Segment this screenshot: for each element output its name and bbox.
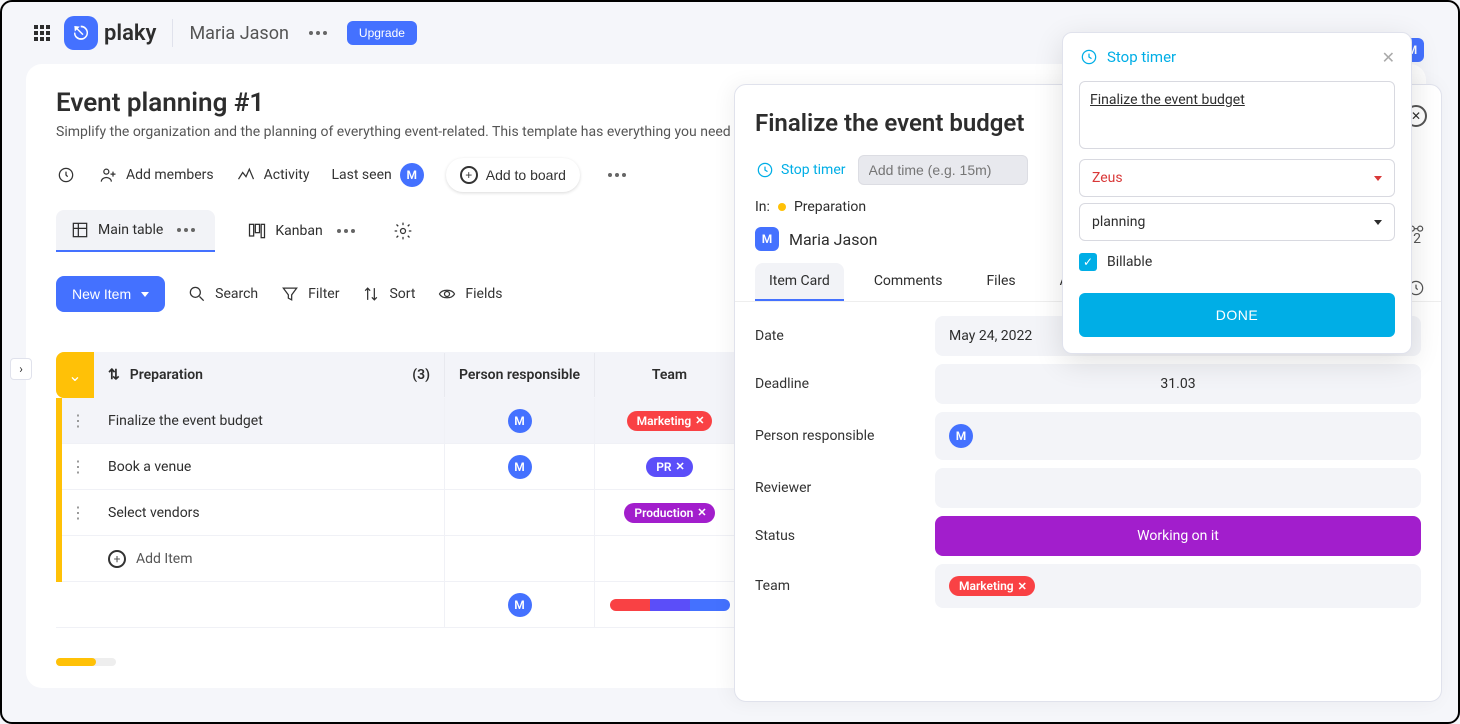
brand-name: plaky xyxy=(104,21,156,46)
group-collapse-button[interactable]: ⌄ xyxy=(56,352,94,398)
add-time-input[interactable] xyxy=(858,155,1028,185)
plus-icon: + xyxy=(460,166,478,184)
field-label-deadline: Deadline xyxy=(755,376,915,392)
timer-icon xyxy=(1079,47,1099,67)
field-label-status: Status xyxy=(755,528,915,544)
stop-timer-popup: Stop timer ✕ Finalize the event budget Z… xyxy=(1062,32,1412,354)
view-settings-button[interactable] xyxy=(393,221,413,241)
logo[interactable]: ⎋ plaky xyxy=(64,16,156,50)
chevron-down-icon xyxy=(1374,176,1382,181)
tab-main-table[interactable]: Main table xyxy=(56,210,215,252)
activity-button[interactable]: Activity xyxy=(236,165,310,185)
automation-button[interactable] xyxy=(56,165,76,185)
popup-tag-select[interactable]: planning xyxy=(1079,203,1395,241)
add-to-board-button[interactable]: +Add to board xyxy=(446,158,580,192)
chevron-down-icon xyxy=(141,292,149,297)
person-avatar[interactable]: M xyxy=(508,409,532,433)
in-label: In: xyxy=(755,199,770,215)
group-name[interactable]: Preparation xyxy=(130,367,203,383)
popup-project-select[interactable]: Zeus xyxy=(1079,159,1395,197)
stop-timer-button[interactable]: Stop timer xyxy=(755,160,846,180)
person-avatar[interactable]: M xyxy=(508,455,532,479)
filter-button[interactable]: Filter xyxy=(280,284,339,304)
remove-icon[interactable]: ✕ xyxy=(697,506,706,519)
billable-checkbox[interactable]: ✓Billable xyxy=(1079,253,1395,271)
item-name[interactable]: Book a venue xyxy=(94,459,444,475)
tab-kanban[interactable]: Kanban xyxy=(233,211,374,251)
team-pill[interactable]: Production✕ xyxy=(624,503,714,523)
row-menu-icon[interactable]: ⋮ xyxy=(62,411,94,430)
last-seen-avatar: M xyxy=(400,163,424,187)
field-value-status[interactable]: Working on it xyxy=(935,516,1421,556)
workspace-user[interactable]: Maria Jason xyxy=(189,23,288,44)
group-color-dot xyxy=(778,203,786,211)
last-seen[interactable]: Last seenM xyxy=(331,163,423,187)
column-person[interactable]: Person responsible xyxy=(444,353,594,397)
field-label-team: Team xyxy=(755,578,915,594)
item-name[interactable]: Select vendors xyxy=(94,505,444,521)
tab-comments[interactable]: Comments xyxy=(860,263,957,301)
field-label-person: Person responsible xyxy=(755,428,915,444)
sort-button[interactable]: Sort xyxy=(361,284,415,304)
column-team[interactable]: Team xyxy=(594,353,744,397)
checkbox-checked-icon: ✓ xyxy=(1079,253,1097,271)
apps-icon[interactable] xyxy=(34,25,50,41)
item-name[interactable]: Finalize the event budget xyxy=(94,413,444,429)
remove-icon[interactable]: ✕ xyxy=(695,414,704,427)
team-pill[interactable]: PR✕ xyxy=(646,457,693,477)
in-group[interactable]: Preparation xyxy=(794,199,866,215)
field-label-reviewer: Reviewer xyxy=(755,480,915,496)
drag-handle-icon[interactable]: ⇅ xyxy=(108,367,120,383)
team-pill[interactable]: Marketing✕ xyxy=(627,411,713,431)
field-label-date: Date xyxy=(755,328,915,344)
remove-icon[interactable]: ✕ xyxy=(1018,580,1027,593)
field-value-deadline[interactable]: 31.03 xyxy=(935,364,1421,404)
chevron-down-icon xyxy=(1374,220,1382,225)
popup-title: Stop timer xyxy=(1107,48,1176,66)
remove-icon[interactable]: ✕ xyxy=(676,460,685,473)
upgrade-button[interactable]: Upgrade xyxy=(347,21,417,45)
add-members-button[interactable]: Add members xyxy=(98,165,214,185)
plus-icon: + xyxy=(108,550,126,568)
more-icon[interactable] xyxy=(303,25,333,41)
popup-description-input[interactable]: Finalize the event budget xyxy=(1079,81,1395,149)
board-more-icon[interactable] xyxy=(602,167,632,183)
expand-sidebar-button[interactable]: › xyxy=(10,358,32,380)
user-avatar: M xyxy=(755,227,779,251)
panel-user-name: Maria Jason xyxy=(789,230,877,249)
tab-more-icon[interactable] xyxy=(171,222,201,238)
new-item-button[interactable]: New Item xyxy=(56,276,165,312)
row-menu-icon[interactable]: ⋮ xyxy=(62,457,94,476)
logo-mark: ⎋ xyxy=(64,16,98,50)
row-menu-icon[interactable]: ⋮ xyxy=(62,503,94,522)
done-button[interactable]: DONE xyxy=(1079,293,1395,337)
fields-button[interactable]: Fields xyxy=(437,284,502,304)
field-value-person[interactable]: M xyxy=(935,412,1421,460)
field-value-team[interactable]: Marketing✕ xyxy=(935,564,1421,608)
search-button[interactable]: Search xyxy=(187,284,258,304)
team-summary-bar xyxy=(610,599,730,611)
group-count: (3) xyxy=(412,367,430,383)
tab-more-icon[interactable] xyxy=(331,223,361,239)
field-value-reviewer[interactable] xyxy=(935,468,1421,508)
close-popup-button[interactable]: ✕ xyxy=(1382,48,1395,67)
summary-avatar: M xyxy=(508,593,532,617)
tab-files[interactable]: Files xyxy=(972,263,1029,301)
tab-item-card[interactable]: Item Card xyxy=(755,263,844,301)
horizontal-scrollbar[interactable] xyxy=(56,658,116,666)
divider xyxy=(172,19,173,47)
